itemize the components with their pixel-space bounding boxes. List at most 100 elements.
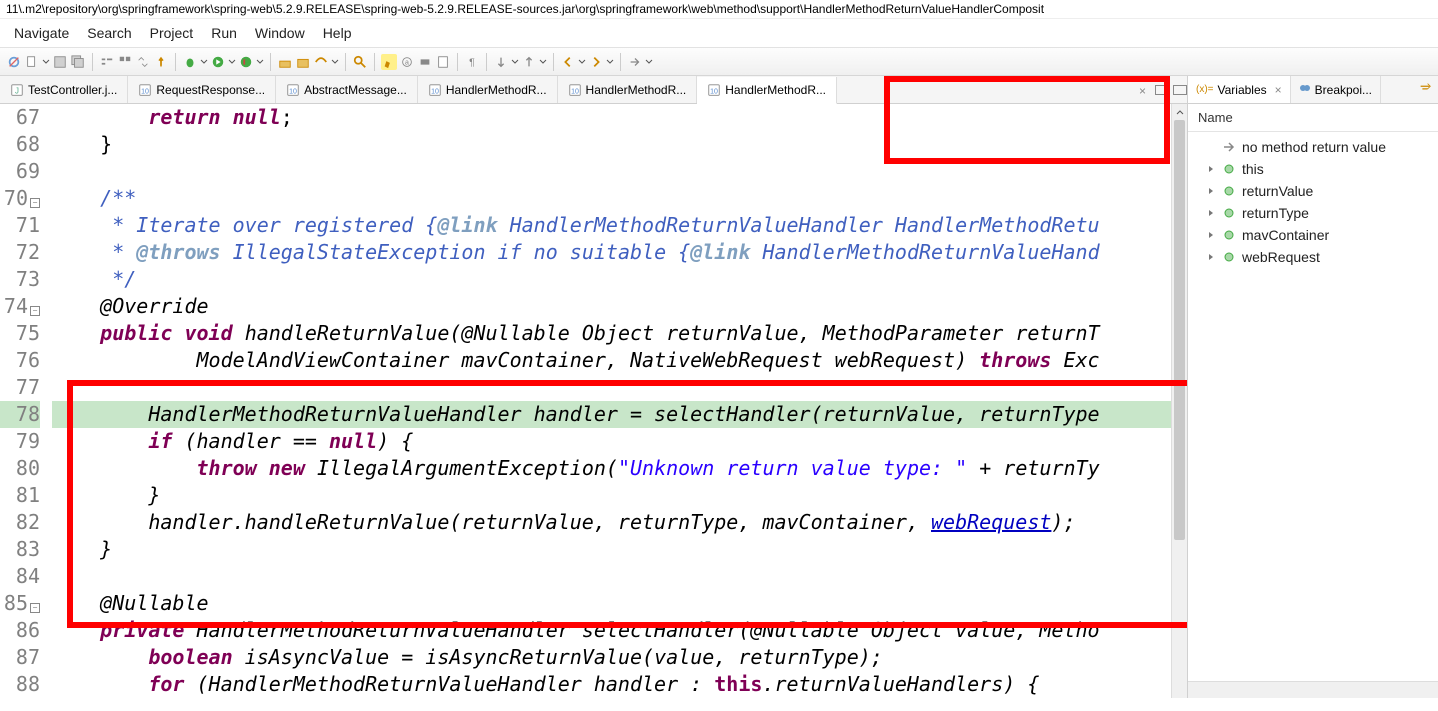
code-line[interactable]: /** (52, 185, 1187, 212)
line-number: 75 (0, 320, 40, 347)
back-dropdown-icon[interactable] (578, 58, 586, 66)
tab-close-icon[interactable]: × (1139, 84, 1151, 96)
print-icon[interactable] (417, 54, 433, 70)
menu-search[interactable]: Search (87, 25, 131, 41)
line-number: 72 (0, 239, 40, 266)
variable-row[interactable]: mavContainer (1188, 224, 1438, 246)
forward-nav-dropdown-icon[interactable] (645, 58, 653, 66)
variable-row[interactable]: this (1188, 158, 1438, 180)
code-line[interactable] (52, 158, 1187, 185)
tab-0[interactable]: JTestController.j... (0, 76, 128, 103)
code-line[interactable] (52, 563, 1187, 590)
editor-scrollbar[interactable] (1171, 104, 1187, 698)
code-line[interactable]: private HandlerMethodReturnValueHandler … (52, 617, 1187, 644)
save-icon[interactable] (52, 54, 68, 70)
code-line[interactable]: ModelAndViewContainer mavContainer, Nati… (52, 347, 1187, 374)
task-icon[interactable] (435, 54, 451, 70)
tab-3[interactable]: 10HandlerMethodR... (418, 76, 558, 103)
new-icon[interactable] (24, 54, 40, 70)
back-icon[interactable] (560, 54, 576, 70)
scroll-thumb[interactable] (1174, 120, 1185, 540)
fold-icon[interactable]: − (30, 198, 40, 208)
forward-nav-icon[interactable] (627, 54, 643, 70)
code-line[interactable]: boolean isAsyncValue = isAsyncReturnValu… (52, 644, 1187, 671)
menu-run[interactable]: Run (211, 25, 237, 41)
expand-icon[interactable] (1206, 186, 1216, 196)
scroll-up-arrow[interactable] (1172, 104, 1187, 120)
code-line[interactable]: } (52, 482, 1187, 509)
menu-help[interactable]: Help (323, 25, 352, 41)
right-tab-close-icon[interactable]: × (1275, 83, 1282, 97)
menu-window[interactable]: Window (255, 25, 305, 41)
fold-icon[interactable]: − (30, 306, 40, 316)
code-content[interactable]: return null; } /** * Iterate over regist… (48, 104, 1187, 698)
code-line[interactable]: HandlerMethodReturnValueHandler handler … (52, 401, 1187, 428)
code-line[interactable]: @Override (52, 293, 1187, 320)
tab-4[interactable]: 10HandlerMethodR... (558, 76, 698, 103)
prev-annotation-icon[interactable] (521, 54, 537, 70)
code-line[interactable]: } (52, 536, 1187, 563)
code-line[interactable]: return null; (52, 104, 1187, 131)
menu-navigate[interactable]: Navigate (14, 25, 69, 41)
toggle-mark-icon[interactable] (117, 54, 133, 70)
line-number: 73 (0, 266, 40, 293)
type-hierarchy-icon[interactable] (313, 54, 329, 70)
code-line[interactable]: */ (52, 266, 1187, 293)
code-line[interactable] (52, 374, 1187, 401)
variables-menu-icon[interactable] (1412, 81, 1438, 98)
coverage-dropdown-icon[interactable] (256, 58, 264, 66)
tab-5[interactable]: 10HandlerMethodR... (697, 77, 837, 104)
tab-1[interactable]: 10RequestResponse... (128, 76, 276, 103)
debug-icon[interactable] (182, 54, 198, 70)
show-whitespace-icon[interactable]: ¶ (464, 54, 480, 70)
expand-icon[interactable] (1206, 230, 1216, 240)
expand-icon[interactable] (1206, 164, 1216, 174)
debug-dropdown-icon[interactable] (200, 58, 208, 66)
right-tab-variables[interactable]: (x)=Variables× (1188, 76, 1291, 103)
variable-row[interactable]: webRequest (1188, 246, 1438, 268)
search-icon[interactable] (352, 54, 368, 70)
code-editor[interactable]: 67686970−71727374−7576777879808182838485… (0, 104, 1187, 698)
pin-icon[interactable] (153, 54, 169, 70)
hierarchy-dropdown-icon[interactable] (331, 58, 339, 66)
new-dropdown-icon[interactable] (42, 58, 50, 66)
toggle-breadcrumb-icon[interactable] (99, 54, 115, 70)
annotate-icon[interactable]: a (399, 54, 415, 70)
variable-name: no method return value (1242, 139, 1386, 155)
skip-breakpoints-icon[interactable] (6, 54, 22, 70)
menu-project[interactable]: Project (150, 25, 194, 41)
code-line[interactable]: @Nullable (52, 590, 1187, 617)
prev-annotation-dropdown-icon[interactable] (539, 58, 547, 66)
expand-icon[interactable] (1206, 252, 1216, 262)
new-server-icon[interactable] (277, 54, 293, 70)
line-number: 67 (0, 104, 40, 131)
forward-dropdown-icon[interactable] (606, 58, 614, 66)
maximize-icon[interactable] (1173, 85, 1187, 95)
fold-icon[interactable]: − (30, 603, 40, 613)
tab-2[interactable]: 10AbstractMessage... (276, 76, 418, 103)
expand-icon[interactable] (1206, 208, 1216, 218)
code-line[interactable]: * @throws IllegalStateException if no su… (52, 239, 1187, 266)
minimize-icon[interactable] (1155, 85, 1169, 95)
variable-row[interactable]: no method return value (1188, 136, 1438, 158)
code-line[interactable]: } (52, 131, 1187, 158)
forward-icon[interactable] (588, 54, 604, 70)
save-all-icon[interactable] (70, 54, 86, 70)
code-line[interactable]: for (HandlerMethodReturnValueHandler han… (52, 671, 1187, 698)
next-annotation-icon[interactable] (493, 54, 509, 70)
code-line[interactable]: * Iterate over registered {@link Handler… (52, 212, 1187, 239)
variable-row[interactable]: returnValue (1188, 180, 1438, 202)
run-dropdown-icon[interactable] (228, 58, 236, 66)
variable-row[interactable]: returnType (1188, 202, 1438, 224)
new-package-icon[interactable] (295, 54, 311, 70)
code-line[interactable]: if (handler == null) { (52, 428, 1187, 455)
code-line[interactable]: public void handleReturnValue(@Nullable … (52, 320, 1187, 347)
code-line[interactable]: throw new IllegalArgumentException("Unkn… (52, 455, 1187, 482)
toggle-highlight-icon[interactable] (381, 54, 397, 70)
run-icon[interactable] (210, 54, 226, 70)
code-line[interactable]: handler.handleReturnValue(returnValue, r… (52, 509, 1187, 536)
switch-icon[interactable] (135, 54, 151, 70)
right-tab-breakpoi...[interactable]: Breakpoi... (1291, 76, 1381, 103)
next-annotation-dropdown-icon[interactable] (511, 58, 519, 66)
coverage-icon[interactable] (238, 54, 254, 70)
